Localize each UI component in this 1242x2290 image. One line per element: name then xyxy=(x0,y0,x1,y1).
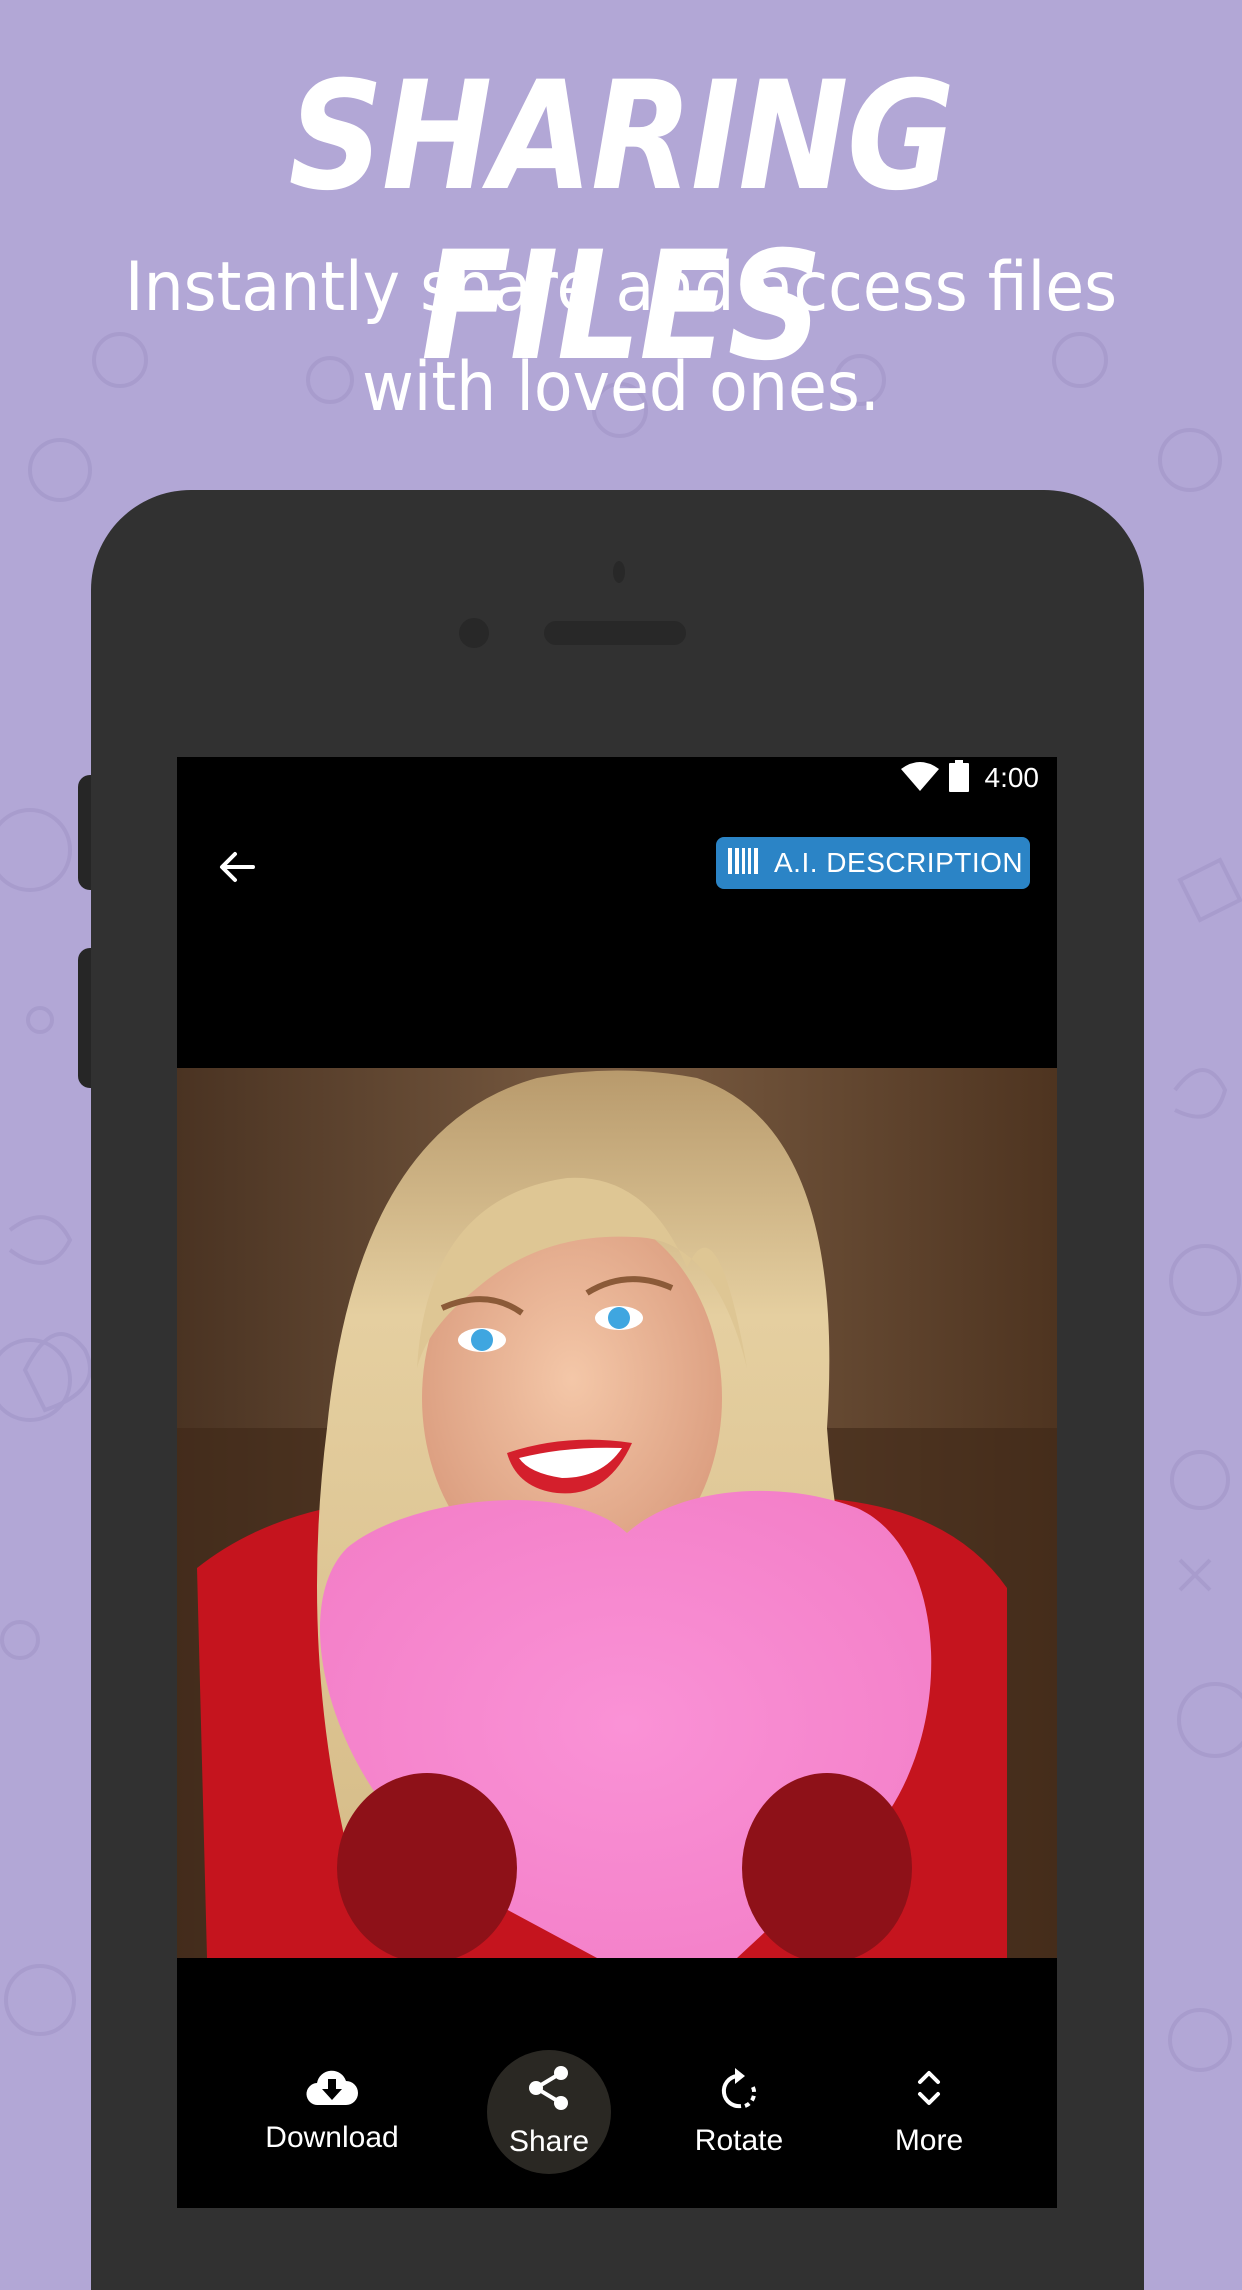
phone-front-camera xyxy=(613,561,625,583)
ai-description-label: A.I. DESCRIPTION xyxy=(774,847,1024,878)
bottom-toolbar: Download Share Rotate More xyxy=(177,2047,1057,2187)
photo-viewer-image[interactable] xyxy=(177,1068,1057,1958)
photo-iris-right xyxy=(608,1307,630,1329)
download-label: Download xyxy=(265,2121,399,2154)
wifi-icon xyxy=(900,761,939,795)
photo-mitten-left xyxy=(337,1773,517,1958)
barcode-icon xyxy=(728,848,758,878)
more-button[interactable]: More xyxy=(849,2047,1009,2177)
back-button[interactable] xyxy=(207,839,267,899)
share-button[interactable]: Share xyxy=(469,2047,629,2177)
arrow-back-icon xyxy=(217,847,257,891)
promo-subhead: Instantly share and access files with lo… xyxy=(124,248,1118,427)
share-label: Share xyxy=(508,2125,590,2158)
download-button[interactable]: Download xyxy=(252,2047,412,2177)
photo-mitten-right xyxy=(742,1773,912,1958)
phone-speaker-grille xyxy=(544,621,686,645)
rotate-label: Rotate xyxy=(694,2124,784,2157)
battery-icon xyxy=(948,760,969,796)
photo-iris-left xyxy=(471,1329,493,1351)
rotate-button[interactable]: Rotate xyxy=(659,2047,819,2177)
status-time: 4:00 xyxy=(984,762,1040,793)
unfold-more-icon xyxy=(914,2066,944,2114)
phone-screen: 4:00 A.I. DESCRIPTION Download Share Rot… xyxy=(177,757,1057,2208)
share-icon xyxy=(527,2065,571,2115)
rotate-icon xyxy=(719,2066,759,2114)
cloud-download-icon xyxy=(306,2069,358,2111)
more-label: More xyxy=(894,2124,964,2157)
status-bar: 4:00 xyxy=(177,757,1057,799)
ai-description-button[interactable]: A.I. DESCRIPTION xyxy=(716,837,1030,889)
phone-proximity-sensor xyxy=(459,618,489,648)
